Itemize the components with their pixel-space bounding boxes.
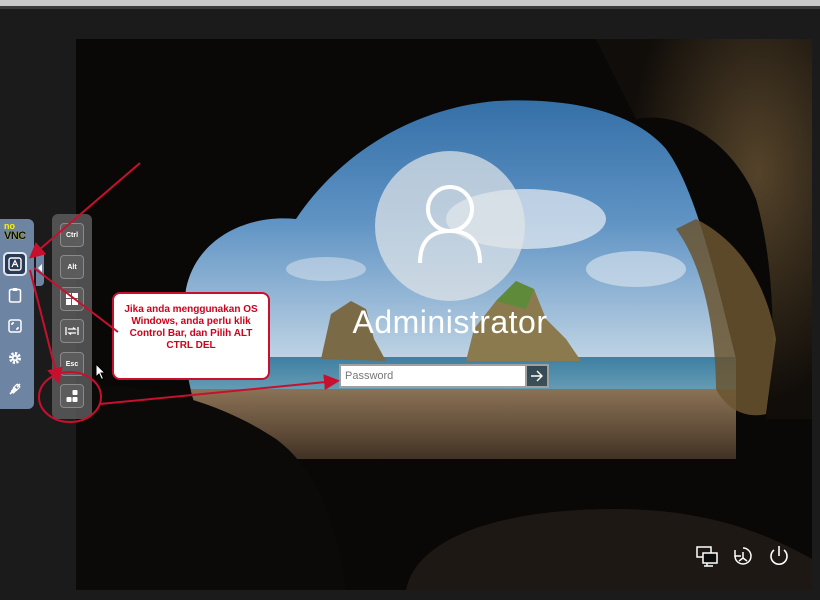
keyboard-button[interactable] — [3, 252, 27, 276]
ease-of-access-icon — [734, 547, 752, 565]
fullscreen-button[interactable] — [3, 314, 27, 338]
settings-button[interactable] — [3, 346, 27, 370]
windows-key-button[interactable] — [60, 287, 84, 311]
arrow-right-icon — [531, 370, 543, 382]
control-bar-handle[interactable] — [36, 250, 44, 286]
disconnect-icon — [9, 383, 21, 395]
tab-key-button[interactable] — [60, 319, 84, 343]
ease-of-access-button[interactable] — [730, 543, 756, 569]
ctrl-key-button[interactable]: Ctrl — [60, 223, 84, 247]
novnc-logo-vnc: VNC — [4, 230, 26, 242]
username-label: Administrator — [352, 304, 548, 340]
novnc-control-bar[interactable]: no VNC — [0, 219, 34, 409]
user-avatar — [375, 151, 525, 301]
top-bar-shadow — [0, 6, 820, 9]
clipboard-icon — [8, 288, 22, 303]
alt-key-button[interactable]: Alt — [60, 255, 84, 279]
system-icons — [694, 543, 792, 569]
novnc-logo: no VNC — [4, 222, 32, 242]
instruction-callout: Jika anda menggunakan OS Windows, anda p… — [112, 292, 270, 380]
chevron-left-icon — [38, 264, 42, 272]
power-button[interactable] — [766, 543, 792, 569]
submit-button[interactable] — [525, 364, 549, 388]
password-field[interactable] — [339, 364, 525, 388]
keyboard-icon — [8, 257, 22, 271]
user-icon — [418, 185, 482, 264]
windows-icon — [66, 293, 78, 305]
ctrl-alt-del-icon — [66, 390, 78, 402]
disconnect-button[interactable] — [3, 377, 27, 401]
power-icon — [770, 546, 788, 565]
esc-key-button[interactable]: Esc — [60, 352, 84, 376]
extra-keys-panel: Ctrl Alt Esc — [52, 214, 92, 419]
mouse-cursor-icon — [95, 363, 107, 381]
network-button[interactable] — [694, 543, 720, 569]
clipboard-button[interactable] — [3, 283, 27, 307]
password-row — [339, 364, 549, 388]
settings-icon — [9, 352, 21, 364]
tab-icon — [65, 326, 79, 336]
network-icon — [696, 546, 718, 567]
ctrl-alt-del-button[interactable] — [60, 384, 84, 408]
fullscreen-icon — [8, 319, 22, 333]
